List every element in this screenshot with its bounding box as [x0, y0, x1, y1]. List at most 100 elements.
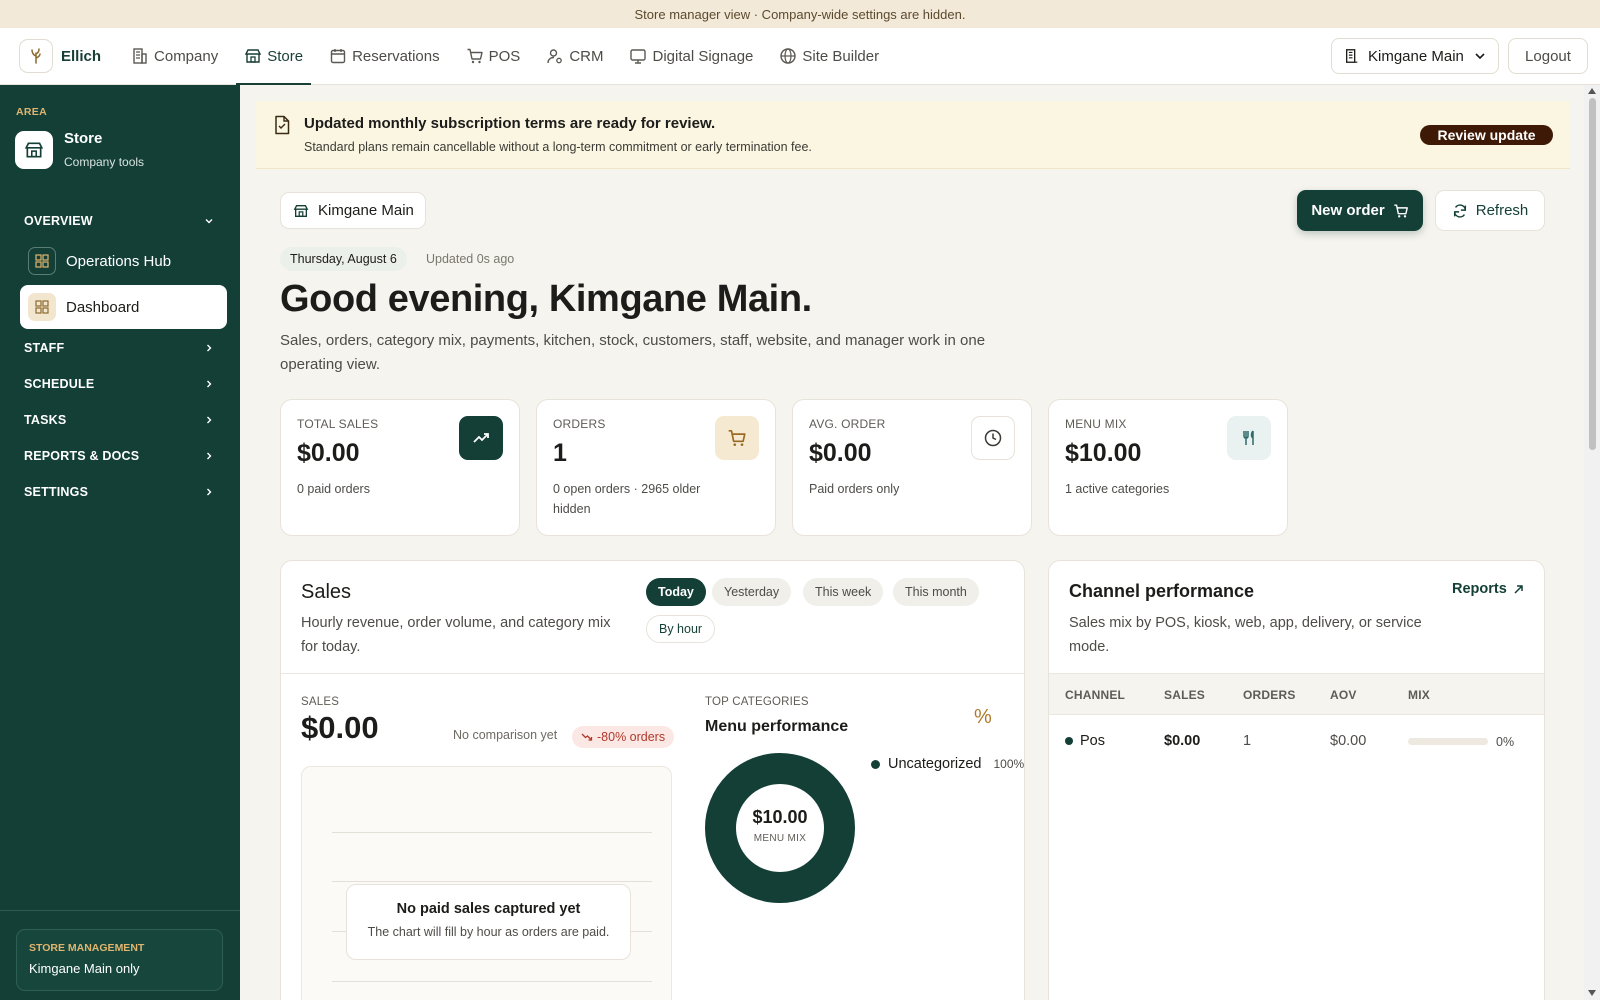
sidebar-section-label: STAFF — [24, 341, 65, 355]
kpi-card-avg-order[interactable]: AVG. ORDER $0.00 Paid orders only — [792, 399, 1032, 536]
user-gear-icon — [547, 49, 563, 64]
nav-digital-signage[interactable]: Digital Signage — [621, 28, 761, 85]
reports-link-label: Reports — [1452, 581, 1507, 597]
chart-gridline — [332, 981, 652, 982]
chevron-right-icon — [207, 452, 212, 460]
sidebar-section-overview[interactable]: OVERVIEW — [24, 214, 214, 228]
kpi-subtext: Paid orders only — [809, 482, 900, 496]
sidebar-item-label: Operations Hub — [66, 252, 172, 270]
nav-crm[interactable]: CRM — [538, 28, 611, 85]
donut-center — [748, 796, 812, 860]
logout-button[interactable]: Logout — [1508, 38, 1588, 74]
empty-state-description: The chart will fill by hour as orders ar… — [367, 925, 610, 939]
column-header: AOV — [1330, 688, 1357, 702]
nav-store[interactable]: Store — [236, 28, 311, 85]
kpi-card-menu-mix[interactable]: MENU MIX $10.00 1 active categories — [1048, 399, 1288, 536]
store-management-value: Kimgane Main only — [29, 961, 140, 976]
alert-subtitle: Standard plans remain cancellable withou… — [304, 140, 812, 154]
period-yesterday-button[interactable]: Yesterday — [712, 578, 792, 606]
mix-cell: 0% — [1496, 735, 1515, 749]
store-selector-value: Kimgane Main — [1368, 47, 1464, 65]
store-selector[interactable]: Kimgane Main — [1331, 38, 1499, 74]
utensils-icon — [1227, 416, 1271, 460]
document-icon — [275, 115, 290, 135]
sidebar-section-label: REPORTS & DOCS — [24, 449, 140, 463]
sidebar-section-settings[interactable]: SETTINGS — [24, 485, 214, 499]
sidebar-section-label: SETTINGS — [24, 485, 89, 499]
scrollbar-thumb[interactable] — [1589, 98, 1596, 450]
column-header: MIX — [1408, 688, 1430, 702]
kpi-card-orders[interactable]: ORDERS 1 0 open orders · 2965 older hidd… — [536, 399, 776, 536]
sales-card: Sales Hourly revenue, order volume, and … — [280, 560, 1025, 1000]
channel-table-header: CHANNEL SALES ORDERS AOV MIX — [1049, 673, 1544, 715]
chevron-right-icon — [207, 488, 212, 496]
sidebar-section-staff[interactable]: STAFF — [24, 341, 214, 355]
clock-icon — [971, 416, 1015, 460]
store-icon — [245, 49, 262, 63]
orders-delta-text: -80% orders — [597, 730, 666, 744]
chevron-right-icon — [207, 380, 212, 388]
updated-timestamp: Updated 0s ago — [426, 252, 515, 266]
sidebar-section-reports-docs[interactable]: REPORTS & DOCS — [24, 449, 214, 463]
cart-icon — [715, 416, 759, 460]
chevron-right-icon — [207, 344, 212, 352]
period-today-button[interactable]: Today — [646, 578, 706, 606]
nav-pos[interactable]: POS — [458, 28, 529, 85]
nav-crm-label: CRM — [569, 47, 604, 65]
period-this-month-button[interactable]: This month — [893, 578, 979, 606]
trend-up-icon — [459, 416, 503, 460]
chevron-right-icon — [207, 416, 212, 424]
scroll-down-arrow-icon[interactable] — [1588, 990, 1596, 996]
nav-digital-signage-label: Digital Signage — [652, 47, 754, 65]
location-chip-label: Kimgane Main — [318, 202, 414, 219]
kpi-card-total-sales[interactable]: TOTAL SALES $0.00 0 paid orders — [280, 399, 520, 536]
page-scrollbar[interactable] — [1584, 85, 1600, 1000]
comparison-text: No comparison yet — [453, 728, 558, 742]
location-chip[interactable]: Kimgane Main — [280, 192, 426, 229]
sidebar: AREA Store Company tools OVERVIEW Operat… — [0, 85, 240, 1000]
new-order-label: New order — [1311, 202, 1385, 219]
period-this-week-button[interactable]: This week — [803, 578, 884, 606]
sidebar-item-label: Dashboard — [66, 298, 140, 316]
brand[interactable]: Ellich — [19, 39, 123, 73]
brand-logo-icon — [19, 39, 53, 73]
page-subtitle: Sales, orders, category mix, payments, k… — [280, 332, 986, 373]
nav-reservations-label: Reservations — [352, 47, 440, 65]
reports-link[interactable]: Reports — [1452, 581, 1524, 597]
nav-reservations[interactable]: Reservations — [321, 28, 448, 85]
nav-pos-label: POS — [488, 47, 521, 65]
grid-icon — [28, 247, 56, 275]
sidebar-section-label: SCHEDULE — [24, 377, 95, 391]
chart-gridline — [332, 832, 652, 833]
area-label: AREA — [16, 106, 47, 118]
area-title: Store — [64, 130, 103, 147]
refresh-button[interactable]: Refresh — [1435, 190, 1545, 231]
store-icon — [15, 131, 53, 169]
date-chip: Thursday, August 6 — [280, 247, 407, 271]
store-management-label: STORE MANAGEMENT — [29, 942, 145, 954]
top-navbar: Ellich Company Store Reservations POS CR… — [0, 28, 1600, 85]
sales-label: SALES — [301, 696, 340, 708]
channel-performance-card: Channel performance Sales mix by POS, ki… — [1048, 560, 1545, 1000]
new-order-button[interactable]: New order — [1297, 190, 1423, 231]
cart-icon — [467, 48, 483, 64]
percent-icon[interactable]: % — [974, 706, 992, 729]
channel-cell: Pos — [1065, 733, 1105, 749]
brand-name: Ellich — [61, 47, 102, 65]
scroll-up-arrow-icon[interactable] — [1588, 88, 1596, 94]
top-categories-label: TOP CATEGORIES — [705, 696, 809, 708]
legend-item: Uncategorized 100% — [871, 756, 1024, 772]
calendar-icon — [330, 49, 346, 64]
nav-company[interactable]: Company — [123, 28, 226, 85]
granularity-by-hour-button[interactable]: By hour — [646, 615, 716, 643]
store-icon — [293, 204, 309, 217]
sidebar-section-schedule[interactable]: SCHEDULE — [24, 377, 214, 391]
review-update-button[interactable]: Review update — [1420, 125, 1553, 145]
channel-title: Channel performance — [1069, 581, 1255, 601]
sidebar-section-tasks[interactable]: TASKS — [24, 413, 214, 427]
sales-subtitle: Hourly revenue, order volume, and catego… — [301, 615, 611, 655]
nav-site-builder[interactable]: Site Builder — [771, 28, 887, 85]
donut-center-label: MENU MIX — [753, 833, 807, 844]
sidebar-item-dashboard[interactable]: Dashboard — [20, 285, 227, 329]
sidebar-item-operations-hub[interactable]: Operations Hub — [20, 239, 227, 283]
